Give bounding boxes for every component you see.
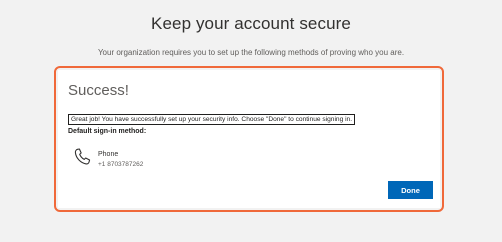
page-subtitle: Your organization requires you to set up…	[97, 48, 405, 57]
method-name: Phone	[98, 151, 119, 158]
success-card: Success! Great job! You have successfull…	[58, 70, 440, 208]
method-phone-number: +1 8703787262	[98, 161, 144, 168]
success-message: Great job! You have successfully set up …	[68, 114, 356, 125]
done-button[interactable]: Done	[388, 181, 433, 199]
phone-icon	[72, 147, 92, 167]
page-title: Keep your account secure	[151, 14, 351, 33]
success-heading: Success!	[68, 82, 129, 99]
default-sign-in-method-label: Default sign-in method:	[68, 128, 147, 135]
